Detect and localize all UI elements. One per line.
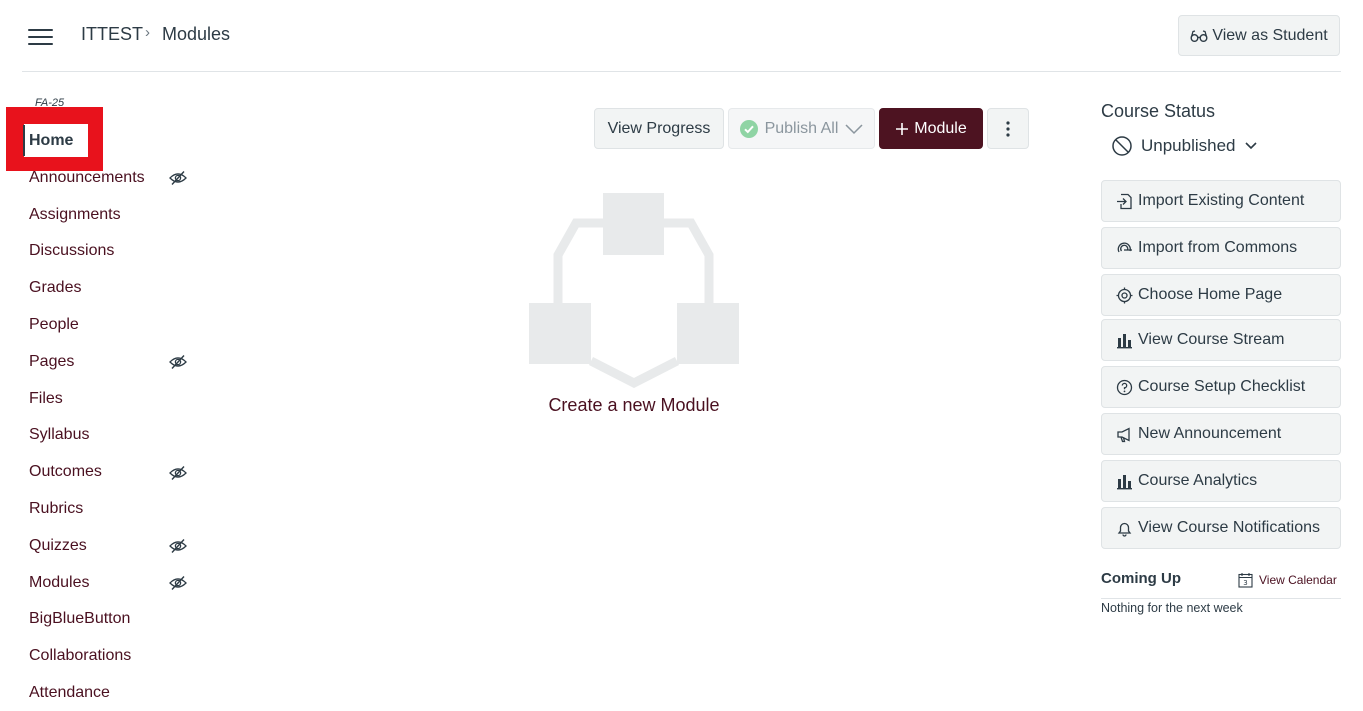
target-icon bbox=[1116, 287, 1133, 303]
coming-up-title: Coming Up bbox=[1101, 570, 1181, 587]
view-progress-button[interactable]: View Progress bbox=[594, 108, 724, 149]
sidebar-item-attendance[interactable]: Attendance bbox=[29, 684, 110, 702]
breadcrumb-current: Modules bbox=[162, 24, 231, 44]
unpublished-icon bbox=[1112, 136, 1132, 156]
view-course-stream-label: View Course Stream bbox=[1138, 331, 1285, 348]
publish-all-button[interactable]: Publish All bbox=[728, 108, 875, 149]
eye-off-icon bbox=[169, 171, 187, 185]
eye-off-icon bbox=[169, 466, 187, 480]
sidebar-item-people[interactable]: People bbox=[29, 316, 79, 334]
new-announcement-button[interactable]: New Announcement bbox=[1101, 413, 1341, 455]
sidebar-item-rubrics[interactable]: Rubrics bbox=[29, 500, 83, 518]
view-course-notifications-button[interactable]: View Course Notifications bbox=[1101, 507, 1341, 549]
course-analytics-label: Course Analytics bbox=[1138, 472, 1258, 489]
view-course-notifications-label: View Course Notifications bbox=[1138, 519, 1321, 536]
import-existing-content-label: Import Existing Content bbox=[1138, 192, 1305, 209]
breadcrumb-course[interactable]: ITTEST bbox=[81, 24, 143, 45]
active-indicator bbox=[23, 125, 25, 156]
bell-icon bbox=[1117, 522, 1132, 537]
modules-placeholder-icon bbox=[529, 193, 739, 388]
view-as-student-label: View as Student bbox=[1212, 26, 1328, 44]
check-circle-icon bbox=[739, 119, 758, 138]
sidebar-item-collaborations[interactable]: Collaborations bbox=[29, 647, 131, 665]
sidebar-item-syllabus[interactable]: Syllabus bbox=[29, 426, 89, 444]
import-icon bbox=[1117, 193, 1132, 209]
calendar-day-number: 3 bbox=[1243, 579, 1247, 587]
new-announcement-label: New Announcement bbox=[1138, 425, 1282, 442]
sidebar-item-outcomes[interactable]: Outcomes bbox=[29, 463, 102, 481]
sidebar-item-announcements[interactable]: Announcements bbox=[29, 169, 145, 187]
course-status-label: Unpublished bbox=[1141, 136, 1236, 155]
view-calendar-label: View Calendar bbox=[1259, 573, 1337, 587]
plus-icon bbox=[896, 122, 909, 135]
import-existing-content-button[interactable]: Import Existing Content bbox=[1101, 180, 1341, 222]
import-from-commons-button[interactable]: Import from Commons bbox=[1101, 227, 1341, 269]
hamburger-menu-button[interactable] bbox=[28, 27, 54, 47]
choose-home-page-label: Choose Home Page bbox=[1138, 286, 1283, 303]
chevron-down-icon bbox=[845, 123, 863, 134]
course-setup-checklist-label: Course Setup Checklist bbox=[1138, 378, 1306, 395]
commons-icon bbox=[1117, 242, 1132, 252]
breadcrumb-separator: › bbox=[145, 24, 150, 41]
sidebar-item-grades[interactable]: Grades bbox=[29, 279, 81, 297]
hamburger-line bbox=[28, 36, 53, 38]
kebab-icon bbox=[1006, 120, 1010, 137]
create-module-link[interactable]: Create a new Module bbox=[500, 395, 768, 416]
sidebar-item-discussions[interactable]: Discussions bbox=[29, 242, 114, 260]
eye-off-icon bbox=[169, 576, 187, 590]
sidebar-item-modules[interactable]: Modules bbox=[29, 574, 89, 592]
view-course-stream-button[interactable]: View Course Stream bbox=[1101, 319, 1341, 361]
megaphone-icon bbox=[1117, 426, 1130, 442]
hamburger-line bbox=[28, 29, 53, 31]
view-as-student-button[interactable]: View as Student bbox=[1178, 15, 1340, 56]
sidebar-item-pages[interactable]: Pages bbox=[29, 353, 74, 371]
glasses-icon bbox=[1190, 29, 1208, 42]
add-module-label: Module bbox=[914, 119, 967, 137]
sidebar-item-files[interactable]: Files bbox=[29, 390, 63, 408]
view-calendar-link[interactable]: 3 View Calendar bbox=[1238, 572, 1337, 588]
bar-chart-icon bbox=[1117, 333, 1132, 348]
course-status-title: Course Status bbox=[1101, 101, 1216, 121]
course-setup-checklist-button[interactable]: Course Setup Checklist bbox=[1101, 366, 1341, 408]
more-options-button[interactable] bbox=[987, 108, 1029, 149]
choose-home-page-button[interactable]: Choose Home Page bbox=[1101, 274, 1341, 316]
sidebar-item-bigbluebutton[interactable]: BigBlueButton bbox=[29, 610, 130, 628]
coming-up-empty-message: Nothing for the next week bbox=[1101, 601, 1243, 615]
import-from-commons-label: Import from Commons bbox=[1138, 239, 1298, 256]
course-status-dropdown[interactable]: Unpublished bbox=[1111, 134, 1258, 158]
sidebar-item-home[interactable]: Home bbox=[29, 132, 73, 150]
question-icon bbox=[1116, 379, 1133, 395]
course-analytics-button[interactable]: Course Analytics bbox=[1101, 460, 1341, 502]
header-divider bbox=[22, 71, 1341, 72]
sidebar-item-assignments[interactable]: Assignments bbox=[29, 206, 121, 224]
bar-chart-icon bbox=[1117, 474, 1132, 489]
hamburger-line bbox=[28, 43, 53, 45]
add-module-button[interactable]: Module bbox=[879, 108, 983, 149]
eye-off-icon bbox=[169, 355, 187, 369]
chevron-down-icon bbox=[1244, 142, 1257, 150]
publish-all-label: Publish All bbox=[764, 119, 839, 137]
calendar-icon: 3 bbox=[1238, 573, 1253, 588]
coming-up-divider bbox=[1101, 598, 1341, 599]
sidebar-item-quizzes[interactable]: Quizzes bbox=[29, 537, 87, 555]
eye-off-icon bbox=[169, 539, 187, 553]
